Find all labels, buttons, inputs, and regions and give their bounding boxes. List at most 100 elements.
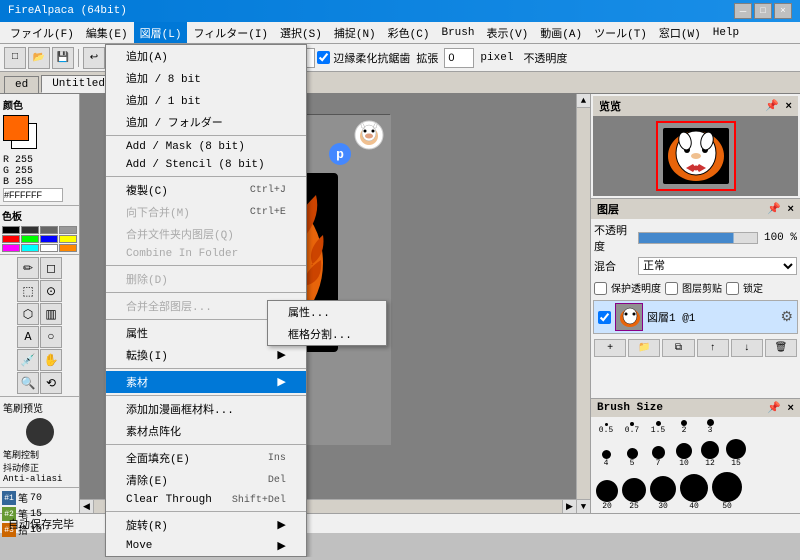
lock-checkbox[interactable] xyxy=(726,282,739,295)
menu-clear-through[interactable]: Clear Through Shift+Del xyxy=(106,491,306,509)
minimize-button[interactable]: － xyxy=(734,3,752,19)
tool-hand[interactable]: ✋ xyxy=(40,349,62,371)
menu-add-8bit[interactable]: 追加 / 8 bit xyxy=(106,67,306,89)
brush-item-4[interactable]: 4 xyxy=(595,450,617,468)
palette-cell[interactable] xyxy=(40,235,58,243)
menu-duplicate[interactable]: 複製(C) Ctrl+J xyxy=(106,179,306,201)
brush-item-10[interactable]: 10 xyxy=(673,443,695,468)
menu-add-manga-frame[interactable]: 添加加漫画框材料... xyxy=(106,398,306,420)
scroll-up[interactable]: ▲ xyxy=(577,94,590,108)
toolbar-new[interactable]: □ xyxy=(4,47,26,69)
scroll-left[interactable]: ◀ xyxy=(80,500,94,513)
menu-convert[interactable]: 転換(I) ▶ xyxy=(106,344,306,366)
layer-settings-icon[interactable]: ⚙ xyxy=(780,309,793,326)
tool-shape[interactable]: ○ xyxy=(40,326,62,348)
brush-size-pin[interactable]: 📌 × xyxy=(767,401,794,415)
menu-merge-down[interactable]: 向下合并(M) Ctrl+E xyxy=(106,201,306,223)
scroll-track-v[interactable] xyxy=(577,108,590,499)
palette-cell[interactable] xyxy=(59,235,77,243)
layer-visible-checkbox[interactable] xyxy=(598,311,611,324)
hex-input[interactable] xyxy=(3,188,63,202)
brush-item-12[interactable]: 12 xyxy=(699,441,721,468)
brush-item-50[interactable]: 50 xyxy=(711,472,743,511)
protect-alpha-checkbox[interactable] xyxy=(594,282,607,295)
v-scrollbar[interactable]: ▲ ▼ xyxy=(576,94,590,513)
move-up-btn[interactable]: ↑ xyxy=(697,339,729,357)
brush-item-40[interactable]: 40 xyxy=(679,474,709,511)
menu-filter[interactable]: フィルター(I) xyxy=(187,22,274,43)
palette-cell[interactable] xyxy=(59,226,77,234)
delete-layer-btn[interactable]: 🗑 xyxy=(765,339,797,357)
tool-select[interactable]: ⬚ xyxy=(17,280,39,302)
palette-cell[interactable] xyxy=(2,244,20,252)
brush-item-5[interactable]: 5 xyxy=(621,448,643,468)
tool-lasso[interactable]: ⊙ xyxy=(40,280,62,302)
clip-checkbox[interactable] xyxy=(665,282,678,295)
palette-cell[interactable] xyxy=(40,244,58,252)
brush-item-05[interactable]: 0.5 xyxy=(595,423,617,435)
menu-merge-folder[interactable]: 合并文件夹内图层(Q) xyxy=(106,223,306,245)
brush-item-07[interactable]: 0.7 xyxy=(621,422,643,435)
tool-eyedropper[interactable]: 💉 xyxy=(17,349,39,371)
brush-item-2[interactable]: 2 xyxy=(673,420,695,435)
expand-input[interactable] xyxy=(444,48,474,68)
palette-cell[interactable] xyxy=(21,244,39,252)
menu-tools[interactable]: ツール(T) xyxy=(588,22,653,43)
tool-pencil[interactable]: ✏ xyxy=(17,257,39,279)
material-submenu[interactable]: 属性... 框格分割... xyxy=(267,300,387,346)
opacity-slider[interactable] xyxy=(638,232,758,244)
menu-brush[interactable]: Brush xyxy=(435,22,480,43)
brush-item-15[interactable]: 1.5 xyxy=(647,421,669,435)
menu-add-1bit[interactable]: 追加 / 1 bit xyxy=(106,89,306,111)
blend-select[interactable]: 正常 xyxy=(638,257,797,275)
menu-clear[interactable]: 清除(E) Del xyxy=(106,469,306,491)
brush-item-20[interactable]: 20 xyxy=(595,480,619,511)
layer-item[interactable]: 図層1 @1 ⚙ xyxy=(593,300,798,334)
move-down-btn[interactable]: ↓ xyxy=(731,339,763,357)
menu-file[interactable]: ファイル(F) xyxy=(4,22,80,43)
tool-text[interactable]: A xyxy=(17,326,39,348)
brush-item-3[interactable]: 3 xyxy=(699,419,721,435)
palette-cell[interactable] xyxy=(2,235,20,243)
palette-cell[interactable] xyxy=(2,226,20,234)
layers-pin[interactable]: 📌 × xyxy=(767,202,794,216)
menu-rasterize[interactable]: 素材点阵化 xyxy=(106,420,306,442)
brush-item-25[interactable]: 25 xyxy=(621,478,647,511)
menu-help[interactable]: Help xyxy=(707,22,745,43)
add-layer-btn[interactable]: + xyxy=(594,339,626,357)
tool-fill[interactable]: ⬡ xyxy=(17,303,39,325)
tool-zoom[interactable]: 🔍 xyxy=(17,372,39,394)
maximize-button[interactable]: □ xyxy=(754,3,772,19)
menu-view[interactable]: 表示(V) xyxy=(480,22,534,43)
menu-delete[interactable]: 删除(D) xyxy=(106,268,306,290)
toolbar-undo[interactable]: ↩ xyxy=(83,47,105,69)
submenu-grid-split[interactable]: 框格分割... xyxy=(268,323,386,345)
brush-item-15[interactable]: 15 xyxy=(725,439,747,468)
menu-window[interactable]: 窓口(W) xyxy=(653,22,707,43)
palette-cell[interactable] xyxy=(40,226,58,234)
menu-edit[interactable]: 編集(E) xyxy=(80,22,134,43)
menu-select[interactable]: 選択(S) xyxy=(274,22,328,43)
menu-add[interactable]: 追加(A) xyxy=(106,45,306,67)
menu-combine-folder[interactable]: Combine In Folder xyxy=(106,245,306,263)
close-button[interactable]: × xyxy=(774,3,792,19)
menu-add-folder[interactable]: 追加 / フォルダー xyxy=(106,111,306,133)
menu-add-stencil[interactable]: Add / Stencil (8 bit) xyxy=(106,156,306,174)
add-folder-btn[interactable]: 📁 xyxy=(628,339,660,357)
preview-pin[interactable]: 📌 × xyxy=(765,99,792,113)
menu-snap[interactable]: 捕捉(N) xyxy=(328,22,382,43)
antialiasing-checkbox[interactable] xyxy=(317,51,330,64)
menu-add-mask[interactable]: Add / Mask (8 bit) xyxy=(106,138,306,156)
submenu-properties[interactable]: 属性... xyxy=(268,301,386,323)
tool-gradient[interactable]: ▥ xyxy=(40,303,62,325)
brush-item-30[interactable]: 30 xyxy=(649,476,677,511)
menu-layer[interactable]: 図層(L) xyxy=(134,22,188,43)
palette-cell[interactable] xyxy=(21,226,39,234)
duplicate-layer-btn[interactable]: ⧉ xyxy=(662,339,694,357)
tool-rotate[interactable]: ⟲ xyxy=(40,372,62,394)
brush-item-7[interactable]: 7 xyxy=(647,446,669,468)
menu-material[interactable]: 素材 ▶ xyxy=(106,371,306,393)
scroll-right[interactable]: ▶ xyxy=(562,500,576,513)
menu-fill[interactable]: 全面填充(E) Ins xyxy=(106,447,306,469)
toolbar-open[interactable]: 📂 xyxy=(28,47,50,69)
